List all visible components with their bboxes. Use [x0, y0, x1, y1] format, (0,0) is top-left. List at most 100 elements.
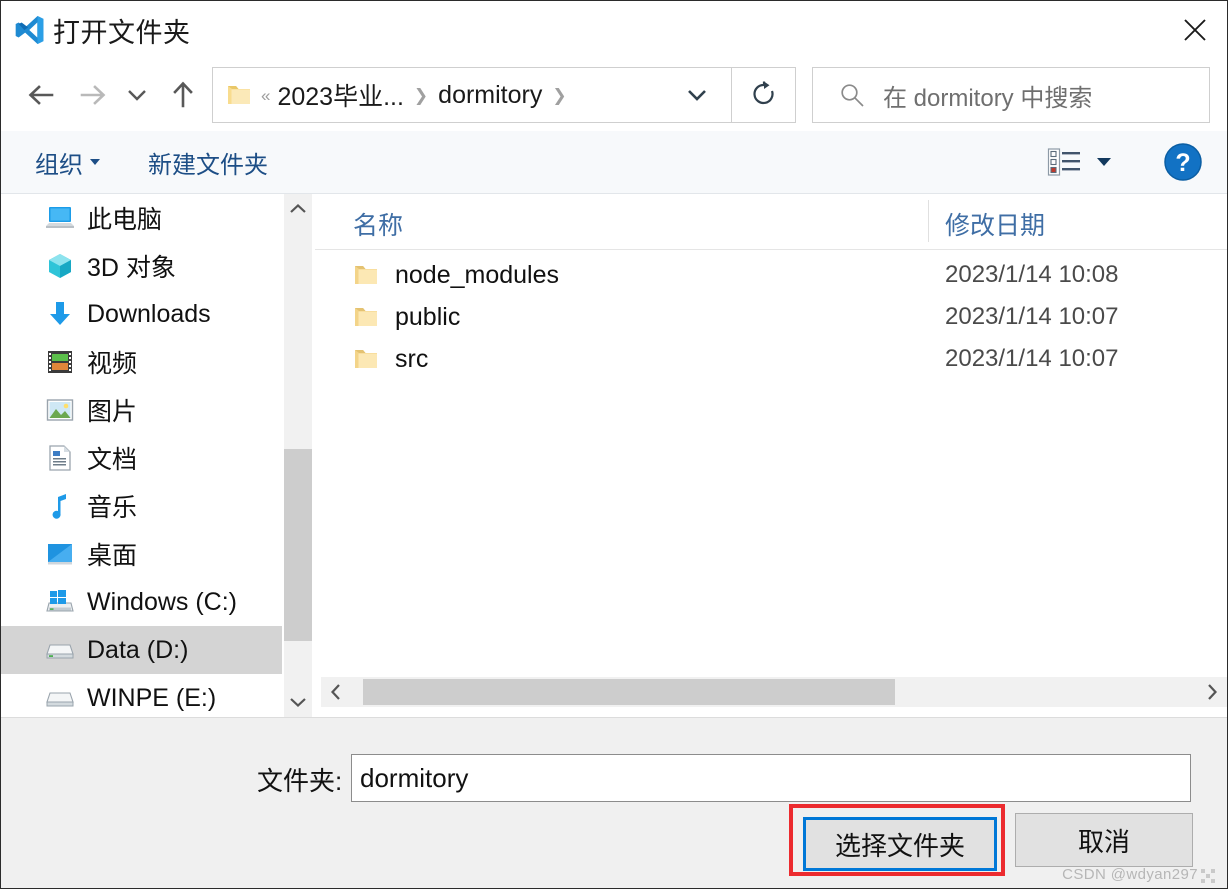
- address-bar[interactable]: « 2023毕业... ❯ dormitory ❯: [212, 67, 732, 123]
- watermark-logo-icon: [1201, 869, 1215, 883]
- breadcrumb-item-0[interactable]: 2023毕业...: [277, 77, 403, 113]
- table-row[interactable]: public 2023/1/14 10:07: [315, 296, 1227, 338]
- file-list-pane: 名称 修改日期 node_modules 2023/1/14 10:08 pub…: [315, 194, 1227, 717]
- cancel-button[interactable]: 取消: [1015, 813, 1193, 867]
- search-icon: [841, 84, 864, 107]
- new-folder-label: 新建文件夹: [148, 151, 268, 179]
- file-name: node_modules: [395, 260, 560, 289]
- sidebar-item-label: Windows (C:): [87, 587, 238, 616]
- breadcrumb-separator-1[interactable]: ❯: [552, 87, 566, 104]
- picture-icon: [45, 395, 75, 425]
- sidebar-item-data-d[interactable]: Data (D:): [1, 626, 282, 674]
- select-folder-button[interactable]: 选择文件夹: [803, 817, 997, 871]
- document-icon: [45, 443, 75, 473]
- arrow-left-icon: [28, 85, 54, 105]
- sidebar-item-3d-objects[interactable]: 3D 对象: [1, 242, 282, 290]
- download-icon: [45, 299, 75, 329]
- column-divider[interactable]: [928, 200, 929, 242]
- help-question-icon[interactable]: ?: [1163, 142, 1203, 182]
- scrollbar-thumb[interactable]: [284, 449, 312, 641]
- file-date: 2023/1/14 10:08: [945, 261, 1119, 288]
- sidebar-item-pictures[interactable]: 图片: [1, 386, 282, 434]
- sidebar-item-label: 图片: [87, 398, 138, 426]
- drive-icon: [45, 683, 75, 713]
- scrollbar-thumb[interactable]: [363, 679, 895, 705]
- search-input[interactable]: 在 dormitory 中搜索: [883, 78, 1092, 113]
- music-note-icon: [45, 491, 75, 521]
- sidebar-item-label: 3D 对象: [87, 254, 176, 282]
- sidebar-item-desktop[interactable]: 桌面: [1, 530, 282, 578]
- desktop-icon: [45, 539, 75, 569]
- sidebar-item-label: Downloads: [87, 299, 211, 328]
- table-row[interactable]: node_modules 2023/1/14 10:08: [315, 254, 1227, 296]
- sidebar-item-videos[interactable]: 视频: [1, 338, 282, 386]
- sidebar-item-label: 桌面: [87, 542, 138, 570]
- watermark-text: CSDN @wdyan297: [1062, 866, 1198, 883]
- folder-name-input[interactable]: [351, 754, 1191, 802]
- address-dropdown-icon[interactable]: [685, 87, 709, 103]
- sidebar-item-label: 此电脑: [87, 206, 163, 234]
- close-button[interactable]: [1163, 1, 1227, 58]
- caret-down-icon: [90, 159, 100, 165]
- recent-locations-button[interactable]: [119, 73, 155, 117]
- drive-icon: [45, 635, 75, 665]
- command-toolbar: 组织 新建文件夹 ?: [1, 131, 1227, 194]
- sidebar-scrollbar[interactable]: [284, 194, 312, 717]
- video-icon: [45, 347, 75, 377]
- csdn-watermark: CSDN @wdyan297: [1062, 866, 1215, 883]
- search-box[interactable]: 在 dormitory 中搜索: [812, 67, 1210, 123]
- scroll-left-button[interactable]: [321, 677, 351, 707]
- organize-menu-button[interactable]: 组织: [35, 145, 100, 180]
- sidebar-item-label: WINPE (E:): [87, 683, 217, 712]
- navigation-pane: 此电脑 3D 对象 Downloads 视频 图片 文档 音乐 桌面 Windo…: [1, 194, 282, 717]
- scroll-up-button[interactable]: [284, 194, 312, 224]
- new-folder-button[interactable]: 新建文件夹: [148, 145, 268, 180]
- file-date: 2023/1/14 10:07: [945, 345, 1119, 372]
- file-list-horizontal-scrollbar[interactable]: [321, 677, 1227, 707]
- scroll-right-button[interactable]: [1197, 677, 1227, 707]
- folder-icon: [228, 86, 250, 104]
- column-header-name[interactable]: 名称: [353, 206, 403, 242]
- file-date: 2023/1/14 10:07: [945, 303, 1119, 330]
- sidebar-item-label: 音乐: [87, 494, 138, 522]
- toolbar-right-group: ?: [1047, 142, 1203, 182]
- cube-3d-icon: [45, 251, 75, 281]
- column-header-date[interactable]: 修改日期: [945, 206, 1045, 242]
- table-row[interactable]: src 2023/1/14 10:07: [315, 338, 1227, 380]
- refresh-icon: [752, 81, 774, 105]
- sidebar-item-winpe-e[interactable]: WINPE (E:): [1, 674, 282, 717]
- window-title: 打开文件夹: [53, 17, 191, 48]
- forward-button[interactable]: [71, 73, 115, 117]
- back-button[interactable]: [19, 73, 63, 117]
- windows-drive-icon: [45, 587, 75, 617]
- sidebar-item-this-pc[interactable]: 此电脑: [1, 194, 282, 242]
- up-one-level-button[interactable]: [161, 73, 205, 117]
- file-name: src: [395, 344, 429, 373]
- organize-label: 组织: [35, 151, 83, 179]
- column-headers: 名称 修改日期: [315, 194, 1227, 250]
- list-view-icon[interactable]: [1047, 147, 1081, 177]
- scroll-down-button[interactable]: [284, 687, 312, 717]
- title-bar: 打开文件夹: [1, 1, 1227, 59]
- dialog-content: 此电脑 3D 对象 Downloads 视频 图片 文档 音乐 桌面 Windo…: [1, 194, 1227, 717]
- folder-icon: [355, 266, 377, 284]
- view-options-caret-icon[interactable]: [1097, 158, 1111, 166]
- breadcrumb-item-1[interactable]: dormitory: [438, 81, 542, 110]
- breadcrumb-separator-0[interactable]: ❯: [414, 87, 428, 104]
- select-folder-annotation-box: 选择文件夹: [789, 804, 1005, 876]
- file-list: node_modules 2023/1/14 10:08 public 2023…: [315, 254, 1227, 380]
- folder-field-label: 文件夹:: [257, 766, 343, 796]
- sidebar-item-documents[interactable]: 文档: [1, 434, 282, 482]
- arrow-right-icon: [80, 85, 106, 105]
- svg-text:?: ?: [1175, 149, 1190, 177]
- sidebar-item-label: Data (D:): [87, 635, 189, 664]
- sidebar-item-label: 文档: [87, 446, 138, 474]
- close-icon: [1184, 18, 1206, 41]
- computer-icon: [45, 203, 75, 233]
- sidebar-item-downloads[interactable]: Downloads: [1, 290, 282, 338]
- sidebar-item-music[interactable]: 音乐: [1, 482, 282, 530]
- refresh-button[interactable]: [732, 67, 796, 123]
- sidebar-item-windows-c[interactable]: Windows (C:): [1, 578, 282, 626]
- chevron-left-icon: [330, 684, 340, 700]
- address-overflow-indicator[interactable]: «: [261, 87, 270, 104]
